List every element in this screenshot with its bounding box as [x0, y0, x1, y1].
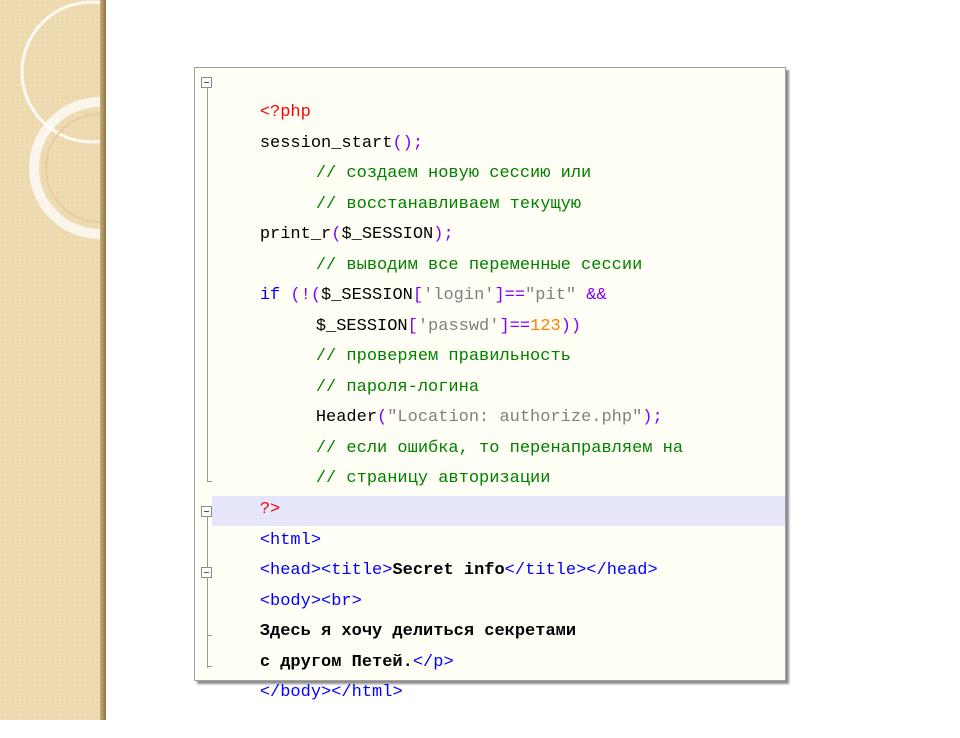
html-tag: </p> — [412, 653, 454, 672]
code-line-11: Header("Location: authorize.php"); — [275, 373, 663, 427]
code-line-8: $_SESSION['passwd']==123)) — [275, 282, 581, 336]
code-line-20: </body></html> — [219, 648, 403, 702]
fold-end-marker — [207, 666, 212, 667]
title-text: Secret info — [392, 561, 505, 580]
html-tag: </html> — [331, 683, 403, 702]
decorative-circles — [20, 0, 106, 239]
code-line-1: <?php — [219, 68, 311, 122]
code-line-15: <html> — [219, 496, 321, 550]
code-line-19: с другом Петей.</p> — [219, 618, 454, 672]
fold-toggle-html[interactable] — [201, 506, 212, 517]
code-line-18: Здесь я хочу делиться секретами — [219, 587, 576, 641]
code-line-13: // страницу авторизации — [275, 434, 551, 488]
fold-line — [207, 578, 208, 668]
code-editor-panel: <?php session_start(); // создаем новую … — [194, 67, 786, 702]
fold-toggle-body[interactable] — [201, 567, 212, 578]
code-line-6: // выводим все переменные сессии — [275, 221, 642, 275]
code-line-3: // создаем новую сессию или — [275, 129, 591, 183]
fold-toggle-php[interactable] — [201, 77, 212, 88]
fold-line — [207, 84, 208, 482]
slide-side-border — [100, 0, 106, 720]
code-line-2: session_start(); — [219, 99, 423, 153]
code-line-10: // пароля-логина — [275, 343, 479, 397]
code-line-9: // проверяем правильность — [275, 312, 571, 366]
code-line-7: if (!($_SESSION['login']=="pit" && — [219, 251, 607, 305]
fold-end-marker — [207, 481, 212, 482]
code-line-17: <body><br> — [219, 557, 362, 611]
code-line-5: print_r($_SESSION); — [219, 190, 454, 244]
code-line-16: <head><title>Secret info</title></head> — [219, 526, 658, 580]
html-tag: </title> — [504, 561, 587, 580]
html-tag: </head> — [586, 561, 658, 580]
fold-end-marker — [207, 635, 212, 636]
code-comment: // страницу авторизации — [315, 469, 551, 488]
code-line-4: // восстанавливаем текущую — [275, 160, 581, 214]
code-line-12: // если ошибка, то перенаправляем на — [275, 404, 683, 458]
html-tag: </body> — [259, 683, 332, 702]
code-line-14: ?> — [219, 465, 280, 519]
